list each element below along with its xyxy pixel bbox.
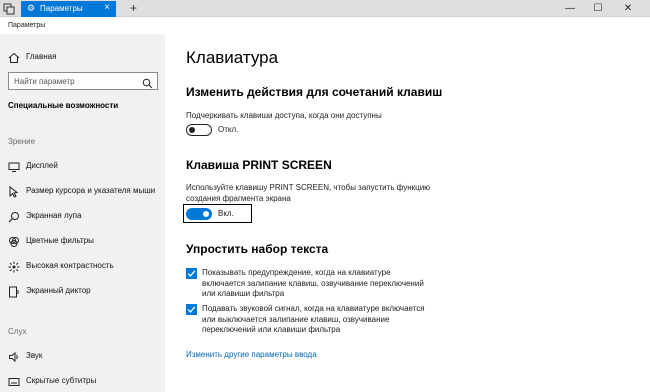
new-tab-button[interactable]: + [130,1,137,15]
search-box[interactable] [8,72,158,90]
color-filter-icon [8,235,20,247]
active-tab[interactable]: ⚙ Параметры × [21,1,116,17]
check-icon [187,270,196,277]
label-line: включается залипание клавиш, озвучивание… [202,278,424,288]
sidebar-item-label: Главная [26,52,57,61]
sidebar-item-magnifier[interactable]: Экранная лупа [0,207,165,227]
gear-icon: ⚙ [27,3,36,13]
narrator-icon [8,285,20,298]
check-icon [187,306,196,313]
sidebar-item-high-contrast[interactable]: Высокая контрастность [0,257,165,277]
home-icon [8,51,20,63]
speaker-icon [8,350,20,363]
label-line: или выключается залипание клавиш, озвучи… [202,314,390,324]
sticky-keys-sound-checkbox[interactable] [186,304,197,315]
sidebar-item-captions[interactable]: Скрытые субтитры [0,372,165,392]
sidebar-item-color-filters[interactable]: Цветные фильтры [0,232,165,252]
sidebar-item-narrator[interactable]: Экранный диктор [0,282,165,302]
cursor-icon [8,185,20,198]
underline-access-keys-desc: Подчеркивать клавиши доступа, когда они … [186,111,382,120]
print-screen-desc-line2: создания фрагмента экрана [186,194,291,203]
sidebar-item-label: Экранный диктор [26,286,91,295]
magnifier-icon [8,210,20,223]
underline-access-keys-toggle[interactable] [186,124,212,136]
label-line: переключений или клавиши фильтра [202,325,341,334]
sidebar-item-home[interactable]: Главная [0,48,165,68]
label-line: Показывать предупреждение, когда на клав… [202,268,391,277]
toggle-state-label: Вкл. [218,209,234,218]
page-title: Клавиатура [186,48,279,67]
group-label-vision: Зрение [8,137,36,146]
close-button[interactable]: ✕ [614,0,642,17]
sidebar-item-label: Высокая контрастность [26,261,114,270]
toggle-state-label: Откл. [218,125,239,134]
minimize-button[interactable]: — [556,0,584,17]
section-title: Специальные возможности [8,101,119,110]
sidebar-item-label: Экранная лупа [26,211,82,220]
sidebar: Главная Специальные возможности Зрение Д… [0,34,165,392]
main-content: Клавиатура Изменить действия для сочетан… [165,17,650,392]
sidebar-item-label: Звук [26,351,43,360]
label-line: или клавиши фильтра [202,289,285,298]
sticky-keys-warning-label: Показывать предупреждение, когда на клав… [202,268,462,300]
print-screen-toggle[interactable] [186,208,212,220]
sidebar-item-cursor[interactable]: Размер курсора и указателя мыши [0,182,165,202]
print-screen-desc-line1: Используйте клавишу PRINT SCREEN, чтобы … [186,183,431,192]
sidebar-item-display[interactable]: Дисплей [0,157,165,177]
captions-icon [8,375,20,387]
section-heading-print-screen: Клавиша PRINT SCREEN [186,158,332,172]
section-heading-shortcuts: Изменить действия для сочетаний клавиш [186,85,443,99]
group-label-hearing: Слух [8,327,27,336]
sidebar-item-label: Дисплей [26,161,58,170]
title-bar: ⚙ Параметры × + — ☐ ✕ [0,0,650,17]
tab-list-icon[interactable] [3,2,15,15]
sidebar-item-label: Размер курсора и указателя мыши [26,186,156,195]
app-title: Параметры [8,22,46,29]
more-input-settings-link[interactable]: Изменить другие параметры ввода [186,350,317,359]
sticky-keys-warning-checkbox[interactable] [186,268,197,279]
search-icon[interactable] [142,76,153,89]
sidebar-item-label: Цветные фильтры [26,236,94,245]
label-line: Подавать звуковой сигнал, когда на клави… [202,304,425,313]
maximize-button[interactable]: ☐ [584,0,612,17]
tab-close-icon[interactable]: × [104,2,110,14]
sticky-keys-sound-label: Подавать звуковой сигнал, когда на клави… [202,304,462,336]
sidebar-item-sound[interactable]: Звук [0,347,165,367]
tab-title: Параметры [40,4,83,13]
contrast-icon [8,260,20,273]
sidebar-item-label: Скрытые субтитры [26,376,97,385]
display-icon [8,160,20,172]
search-input[interactable] [9,73,141,89]
section-heading-typing: Упростить набор текста [186,242,329,256]
